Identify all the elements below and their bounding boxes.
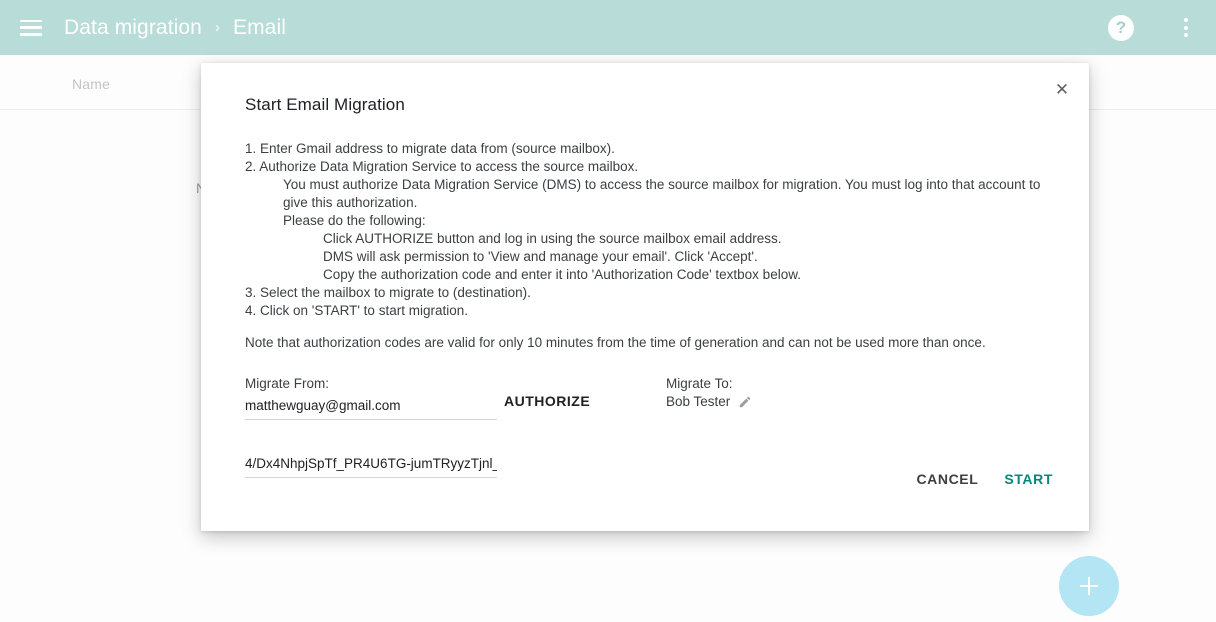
- start-email-migration-dialog: ✕ Start Email Migration 1. Enter Gmail a…: [201, 63, 1089, 531]
- migrate-to-label: Migrate To:: [666, 376, 733, 391]
- authorize-button[interactable]: AUTHORIZE: [504, 393, 590, 409]
- source-email-input[interactable]: [245, 398, 497, 420]
- chevron-right-icon: ›: [214, 19, 220, 36]
- migrate-from-label: Migrate From:: [245, 376, 330, 391]
- instruction-step: 2. Authorize Data Migration Service to a…: [245, 159, 639, 174]
- start-button[interactable]: START: [1004, 471, 1053, 487]
- pencil-icon[interactable]: [738, 395, 752, 409]
- breadcrumb-current[interactable]: Email: [233, 16, 286, 40]
- instruction-substep: DMS will ask permission to 'View and man…: [323, 249, 758, 264]
- instructions-list: 1. Enter Gmail address to migrate data f…: [245, 140, 1057, 320]
- kebab-menu-icon[interactable]: [1174, 16, 1198, 40]
- instruction-substep: Copy the authorization code and enter it…: [323, 267, 801, 282]
- dialog-title: Start Email Migration: [245, 95, 405, 114]
- instruction-step: 4. Click on 'START' to start migration.: [245, 303, 468, 318]
- destination-mailbox-value: Bob Tester: [666, 394, 731, 409]
- instruction-substep: Click AUTHORIZE button and log in using …: [323, 231, 782, 246]
- authorization-note: Note that authorization codes are valid …: [245, 335, 986, 350]
- dialog-actions: CANCEL START: [916, 471, 1053, 487]
- close-icon[interactable]: ✕: [1048, 75, 1076, 103]
- help-circle-icon[interactable]: ?: [1108, 14, 1134, 41]
- instruction-substep: You must authorize Data Migration Servic…: [283, 177, 1041, 210]
- breadcrumb: Data migration › Email: [64, 16, 286, 40]
- plus-icon: [1080, 577, 1098, 595]
- instruction-step: 1. Enter Gmail address to migrate data f…: [245, 141, 615, 156]
- cancel-button[interactable]: CANCEL: [916, 471, 978, 487]
- instruction-substep: Please do the following:: [283, 213, 426, 228]
- app-header: Data migration › Email ?: [0, 0, 1216, 55]
- hamburger-icon[interactable]: [20, 19, 42, 36]
- column-header-name[interactable]: Name: [72, 76, 110, 92]
- instruction-step: 3. Select the mailbox to migrate to (des…: [245, 285, 531, 300]
- authorization-code-input[interactable]: [245, 456, 497, 478]
- migrate-to-value-row: Bob Tester: [666, 394, 752, 409]
- add-fab-button[interactable]: [1059, 556, 1119, 616]
- breadcrumb-root[interactable]: Data migration: [64, 16, 202, 40]
